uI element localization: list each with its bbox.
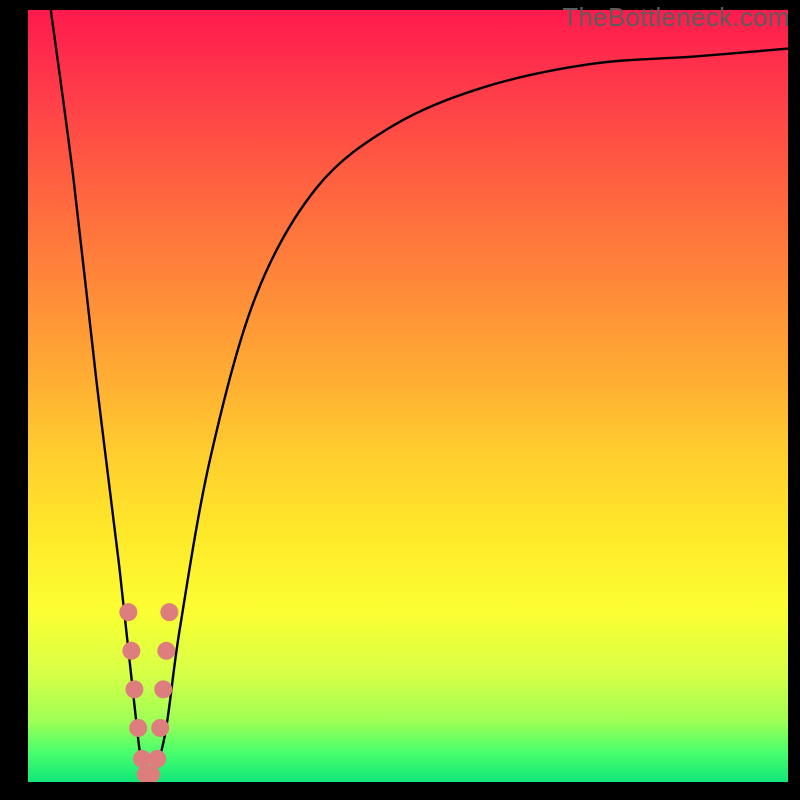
curve-path bbox=[51, 10, 788, 782]
bottleneck-curve bbox=[28, 10, 788, 782]
marker-dot bbox=[148, 750, 166, 768]
marker-dot bbox=[142, 765, 160, 782]
plot-area bbox=[28, 10, 788, 782]
marker-dot bbox=[151, 719, 169, 737]
marker-dot bbox=[160, 603, 178, 621]
marker-dot bbox=[125, 680, 143, 698]
marker-dot bbox=[157, 642, 175, 660]
marker-dot bbox=[133, 750, 151, 768]
marker-dot bbox=[137, 765, 155, 782]
marker-dot bbox=[154, 680, 172, 698]
chart-frame: TheBottleneck.com bbox=[0, 0, 800, 800]
marker-dot bbox=[119, 603, 137, 621]
marker-dot bbox=[129, 719, 147, 737]
marker-dot bbox=[122, 642, 140, 660]
